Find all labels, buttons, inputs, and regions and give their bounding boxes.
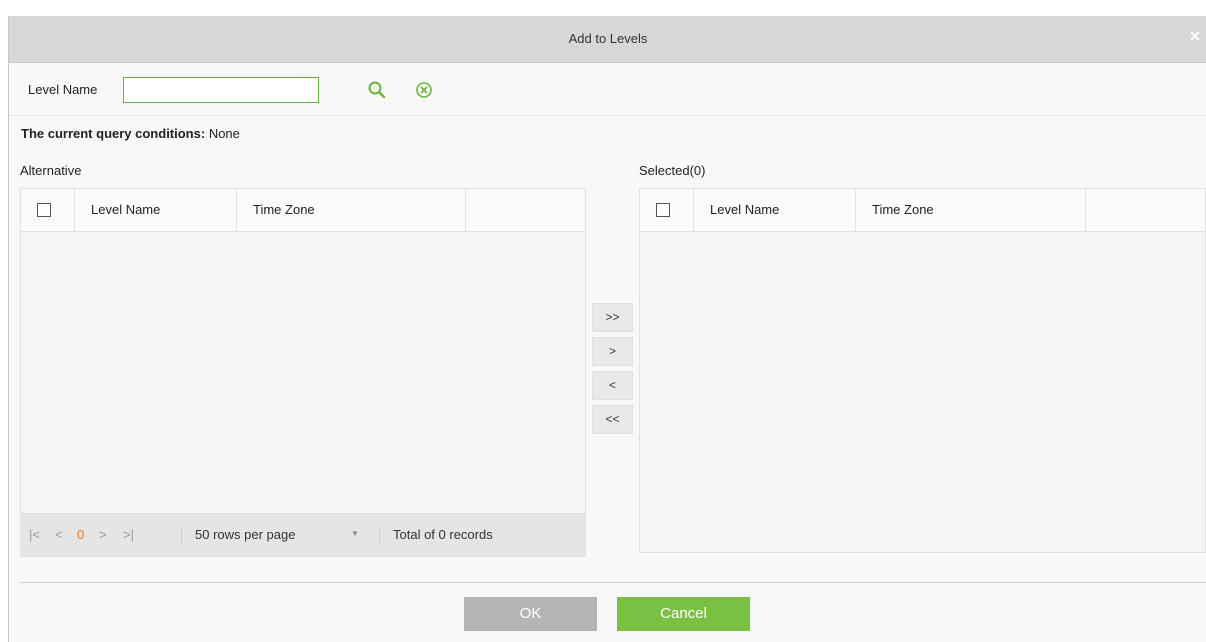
- select-all-cell: [640, 189, 694, 231]
- first-page-button[interactable]: |<: [29, 527, 40, 542]
- query-conditions-value: None: [208, 126, 240, 141]
- next-page-button[interactable]: >: [99, 527, 107, 542]
- column-header-level-name[interactable]: Level Name: [75, 189, 237, 231]
- selected-label: Selected(0): [639, 163, 706, 178]
- footer-divider: [19, 582, 1206, 583]
- level-name-input[interactable]: [123, 77, 319, 103]
- column-header-time-zone[interactable]: Time Zone: [856, 189, 1086, 231]
- query-conditions: The current query conditions: None: [21, 126, 240, 141]
- remove-all-button[interactable]: <<: [592, 405, 633, 434]
- query-conditions-label: The current query conditions:: [21, 126, 206, 141]
- alternative-label: Alternative: [20, 163, 82, 178]
- search-icon[interactable]: [367, 80, 387, 103]
- add-to-levels-dialog: Add to Levels × Level Name The current q…: [8, 16, 1206, 642]
- chevron-down-icon[interactable]: ▼: [351, 529, 359, 538]
- last-page-button[interactable]: >|: [123, 527, 134, 542]
- total-records: Total of 0 records: [393, 527, 493, 542]
- selected-grid-header: Level Name Time Zone: [640, 189, 1205, 232]
- add-all-button[interactable]: >>: [592, 303, 633, 332]
- pager-divider: [181, 526, 182, 544]
- level-name-label: Level Name: [28, 82, 98, 97]
- select-all-cell: [21, 189, 75, 231]
- selected-select-all-checkbox[interactable]: [656, 203, 670, 217]
- dialog-title: Add to Levels: [568, 31, 648, 46]
- add-button[interactable]: >: [592, 337, 633, 366]
- page-number[interactable]: 0: [77, 527, 84, 542]
- alternative-grid: Level Name Time Zone |< < 0 > >| 50 rows…: [20, 188, 586, 557]
- page-background: [0, 0, 1206, 16]
- close-icon[interactable]: ×: [1187, 27, 1203, 45]
- pager-divider: [379, 526, 380, 544]
- alternative-pager: |< < 0 > >| 50 rows per page ▼ Total of …: [21, 513, 585, 556]
- selected-grid: Level Name Time Zone: [639, 188, 1206, 553]
- cancel-button[interactable]: Cancel: [617, 597, 750, 631]
- column-header-time-zone[interactable]: Time Zone: [237, 189, 466, 231]
- column-header-level-name[interactable]: Level Name: [694, 189, 856, 231]
- alternative-grid-header: Level Name Time Zone: [21, 189, 585, 232]
- search-bar: Level Name: [9, 63, 1206, 116]
- dialog-titlebar: Add to Levels ×: [9, 16, 1206, 63]
- rows-per-page-select[interactable]: 50 rows per page: [195, 527, 295, 542]
- ok-button[interactable]: OK: [464, 597, 597, 631]
- previous-page-button[interactable]: <: [55, 527, 63, 542]
- clear-icon[interactable]: [415, 81, 433, 102]
- remove-button[interactable]: <: [592, 371, 633, 400]
- alternative-select-all-checkbox[interactable]: [37, 203, 51, 217]
